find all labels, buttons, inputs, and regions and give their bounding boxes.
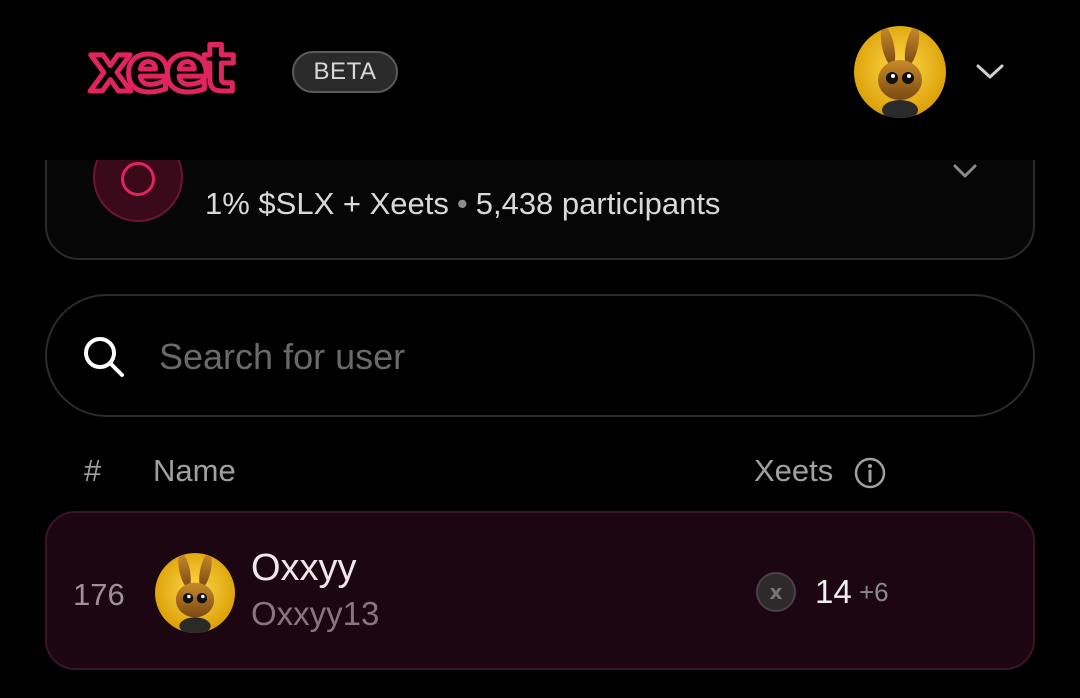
search-icon [84,337,124,377]
logo-wordmark: xeet [89,36,234,106]
top-header: xeet BETA [0,0,1080,160]
column-header-xeets: Xeets [754,453,834,488]
row-user-handle: Oxxyy13 [251,595,380,632]
search-input[interactable] [157,320,961,394]
search-bar[interactable] [45,294,1035,417]
golden-rabbit-avatar-icon [854,26,946,118]
campaign-participants: 5,438 participants [475,186,721,221]
row-rank: 176 [73,577,125,612]
column-header-name: Name [153,453,236,488]
user-avatar[interactable] [854,26,946,118]
campaign-reward: 1% $SLX + Xeets [205,186,449,221]
golden-rabbit-avatar-icon [155,553,235,633]
chevron-down-icon[interactable] [951,162,979,182]
campaign-summary: 1% $SLX + Xeets • 5,438 participants [205,186,720,222]
xeet-logo[interactable]: xeet [44,36,274,106]
campaign-separator: • [456,186,468,221]
beta-badge: BETA [292,51,398,93]
row-xeet-count: 14 [815,573,852,610]
table-row[interactable]: 176 Oxxyy Oxxyy13 x 14 +6 [45,511,1035,670]
row-user-name: Oxxyy [251,547,357,589]
svg-text:x: x [770,580,783,604]
user-avatar [155,553,235,633]
xeet-token-icon: x [756,572,796,612]
info-icon[interactable] [853,456,887,490]
column-header-rank: # [84,453,102,488]
row-xeet-delta: +6 [859,577,889,607]
account-menu-chevron-icon[interactable] [972,58,1008,84]
